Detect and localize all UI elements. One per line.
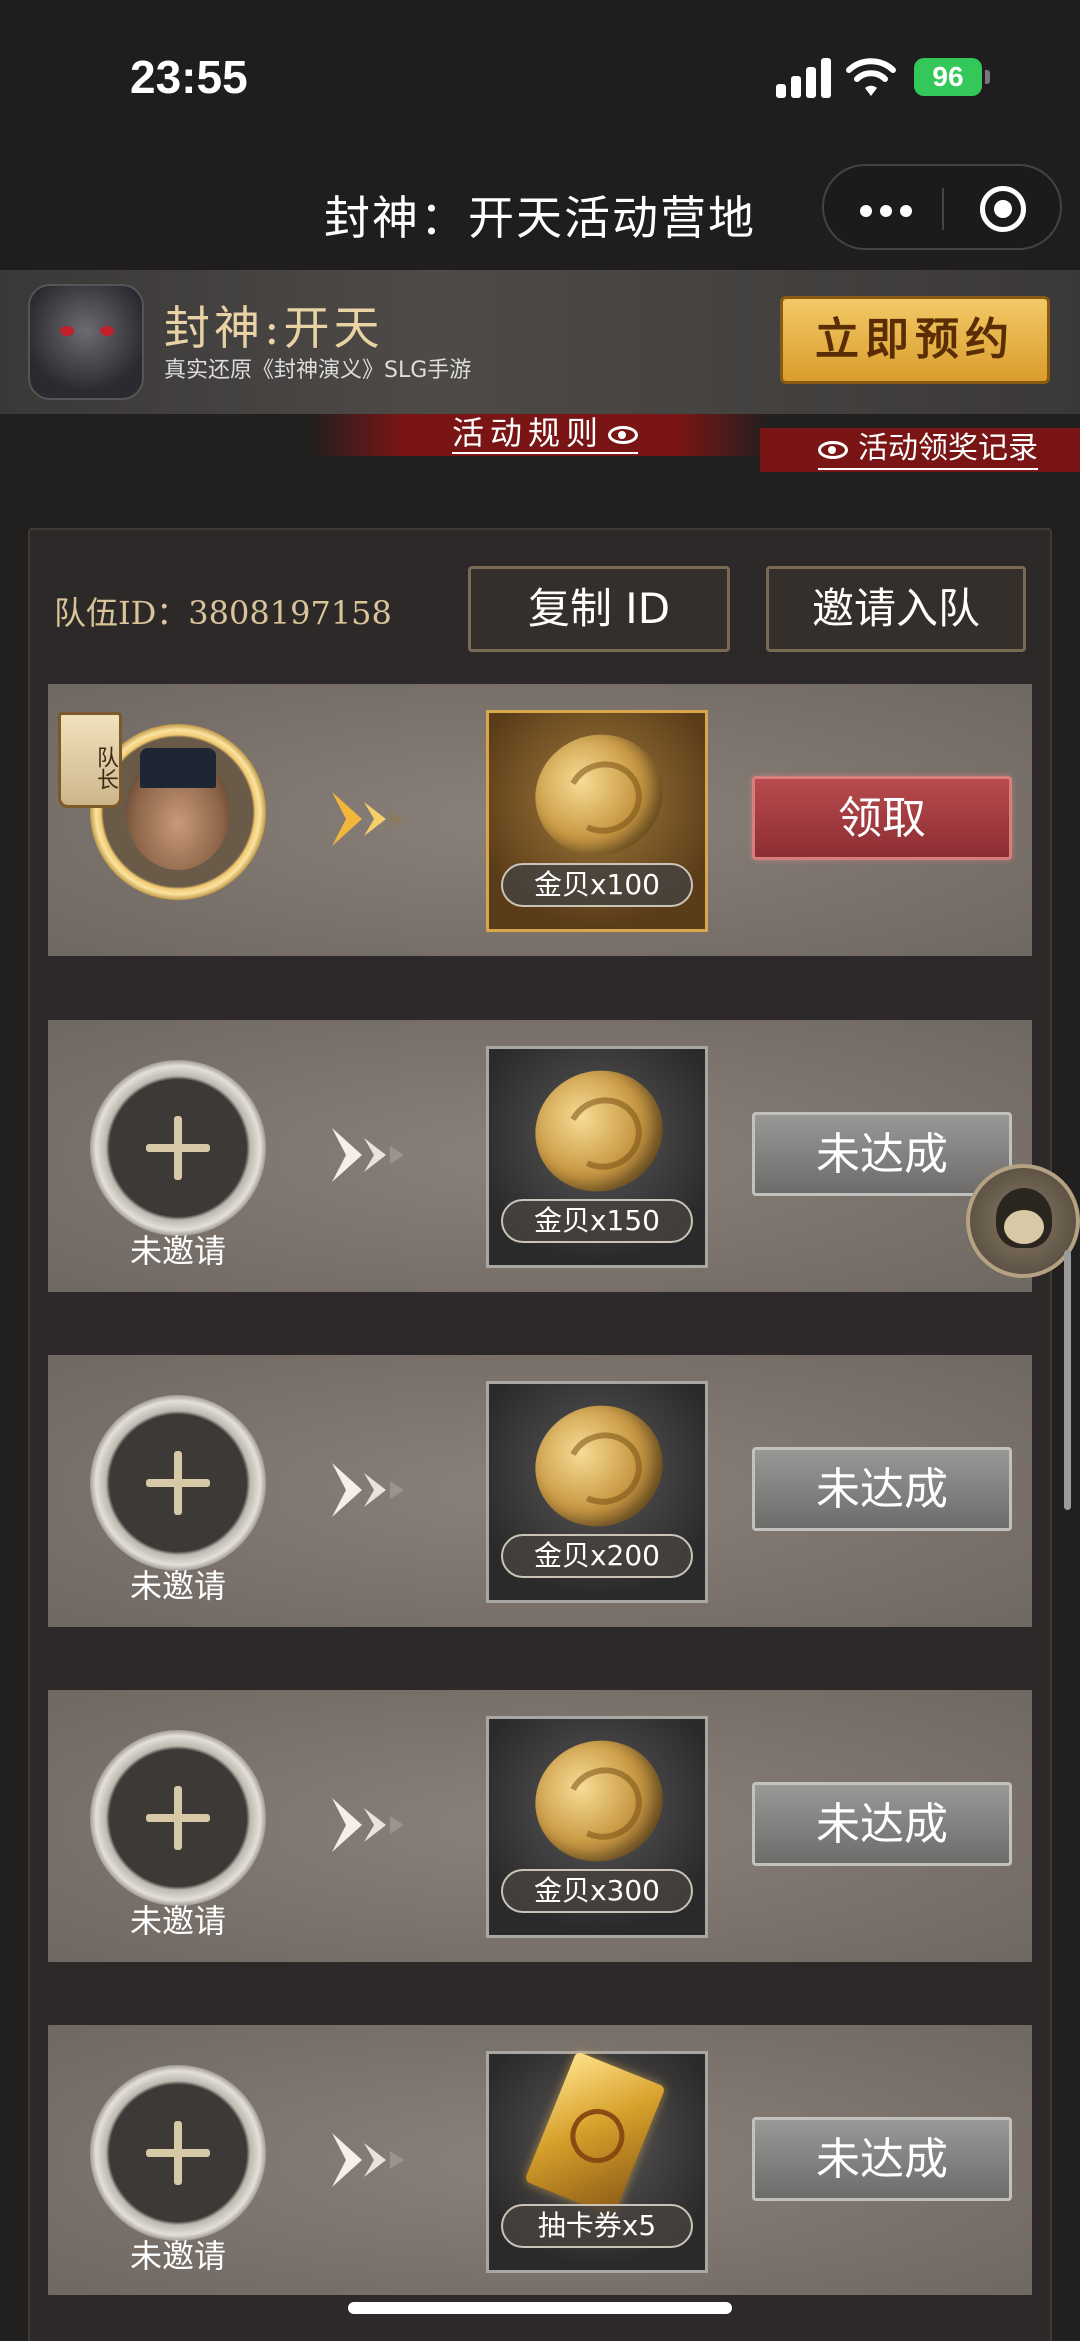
not-achieved-button[interactable]: 未达成: [752, 1447, 1012, 1531]
records-link-label: 活动领奖记录: [858, 431, 1038, 466]
double-arrow-icon: [328, 784, 418, 854]
invite-slot[interactable]: [90, 1060, 266, 1236]
eye-icon: [608, 426, 639, 444]
reward-item: 金贝x100: [486, 710, 708, 932]
double-arrow-icon: [328, 1790, 418, 1860]
reward-label: 金贝x100: [501, 863, 693, 907]
not-achieved-button[interactable]: 未达成: [752, 1782, 1012, 1866]
status-bar: 23:55 96: [0, 0, 1080, 160]
status-time: 23:55: [130, 51, 248, 103]
home-indicator[interactable]: [348, 2302, 732, 2314]
draw-ticket-icon: [524, 2051, 666, 2217]
claim-button[interactable]: 领取: [752, 776, 1012, 860]
reward-item: 金贝x300: [486, 1716, 708, 1938]
capsule-divider: [942, 188, 944, 230]
invite-status: 未邀请: [129, 1902, 226, 1940]
reward-label: 金贝x150: [501, 1199, 693, 1243]
reward-row: 未邀请 金贝x300 未达成: [48, 1690, 1032, 1962]
scrollbar[interactable]: [1064, 1250, 1071, 1510]
invite-slot[interactable]: [90, 1395, 266, 1571]
reward-item: 金贝x150: [486, 1046, 708, 1268]
invite-slot[interactable]: [90, 2065, 266, 2241]
wifi-icon: [846, 58, 896, 96]
mini-program-capsule: [822, 164, 1062, 250]
double-arrow-icon: [328, 2125, 418, 2195]
leader-badge: 队长: [58, 712, 122, 808]
gold-shell-coin-icon: [519, 1724, 679, 1878]
close-target-icon[interactable]: [980, 186, 1026, 232]
banner-subtitle: 真实还原《封神演义》SLG手游: [164, 358, 472, 383]
rules-link-label: 活动规则: [452, 414, 605, 452]
invite-status: 未邀请: [129, 2237, 226, 2275]
not-achieved-button[interactable]: 未达成: [752, 1112, 1012, 1196]
plus-icon: [146, 1116, 210, 1180]
reserve-button[interactable]: 立即预约: [780, 296, 1050, 384]
invite-slot[interactable]: [90, 1730, 266, 1906]
plus-icon: [146, 1786, 210, 1850]
reward-label: 金贝x300: [501, 1869, 693, 1913]
battery-icon: 96: [914, 58, 990, 96]
double-arrow-icon: [328, 1120, 418, 1190]
reward-row: 未邀请 金贝x200 未达成: [48, 1355, 1032, 1627]
rules-link[interactable]: 活动规则: [452, 414, 639, 454]
reward-item: 抽卡券x5: [486, 2051, 708, 2273]
gold-shell-coin-icon: [519, 1389, 679, 1543]
gold-shell-coin-icon: [519, 718, 679, 872]
invite-status: 未邀请: [129, 1567, 226, 1605]
reward-label: 金贝x200: [501, 1534, 693, 1578]
invite-team-button[interactable]: 邀请入队: [766, 566, 1026, 652]
game-banner[interactable]: 封神:开天 真实还原《封神演义》SLG手游 立即预约: [0, 270, 1080, 414]
more-icon[interactable]: [860, 202, 920, 221]
leader-portrait: [126, 748, 230, 870]
gold-shell-coin-icon: [519, 1054, 679, 1208]
double-arrow-icon: [328, 1455, 418, 1525]
eye-icon: [818, 440, 848, 459]
customer-service-icon[interactable]: [966, 1164, 1080, 1278]
banner-game-title: 封神:开天: [164, 301, 384, 355]
service-face: [1004, 1210, 1044, 1244]
signal-icon: [776, 58, 832, 98]
invite-status: 未邀请: [129, 1232, 226, 1270]
plus-icon: [146, 2121, 210, 2185]
copy-id-button[interactable]: 复制 ID: [468, 566, 730, 652]
reward-row: 未邀请 金贝x150 未达成: [48, 1020, 1032, 1292]
nav-bar: 封神：开天活动营地: [0, 160, 1080, 270]
team-id: 队伍ID：3808197158: [54, 594, 392, 632]
reward-row: 未邀请 抽卡券x5 未达成: [48, 2025, 1032, 2295]
not-achieved-button[interactable]: 未达成: [752, 2117, 1012, 2201]
game-app-icon: [28, 284, 144, 400]
plus-icon: [146, 1451, 210, 1515]
records-link[interactable]: 活动领奖记录: [818, 430, 1038, 470]
reward-item: 金贝x200: [486, 1381, 708, 1603]
reward-row-leader: 队长 金贝x100 领取: [48, 684, 1032, 956]
reward-label: 抽卡券x5: [501, 2204, 693, 2248]
